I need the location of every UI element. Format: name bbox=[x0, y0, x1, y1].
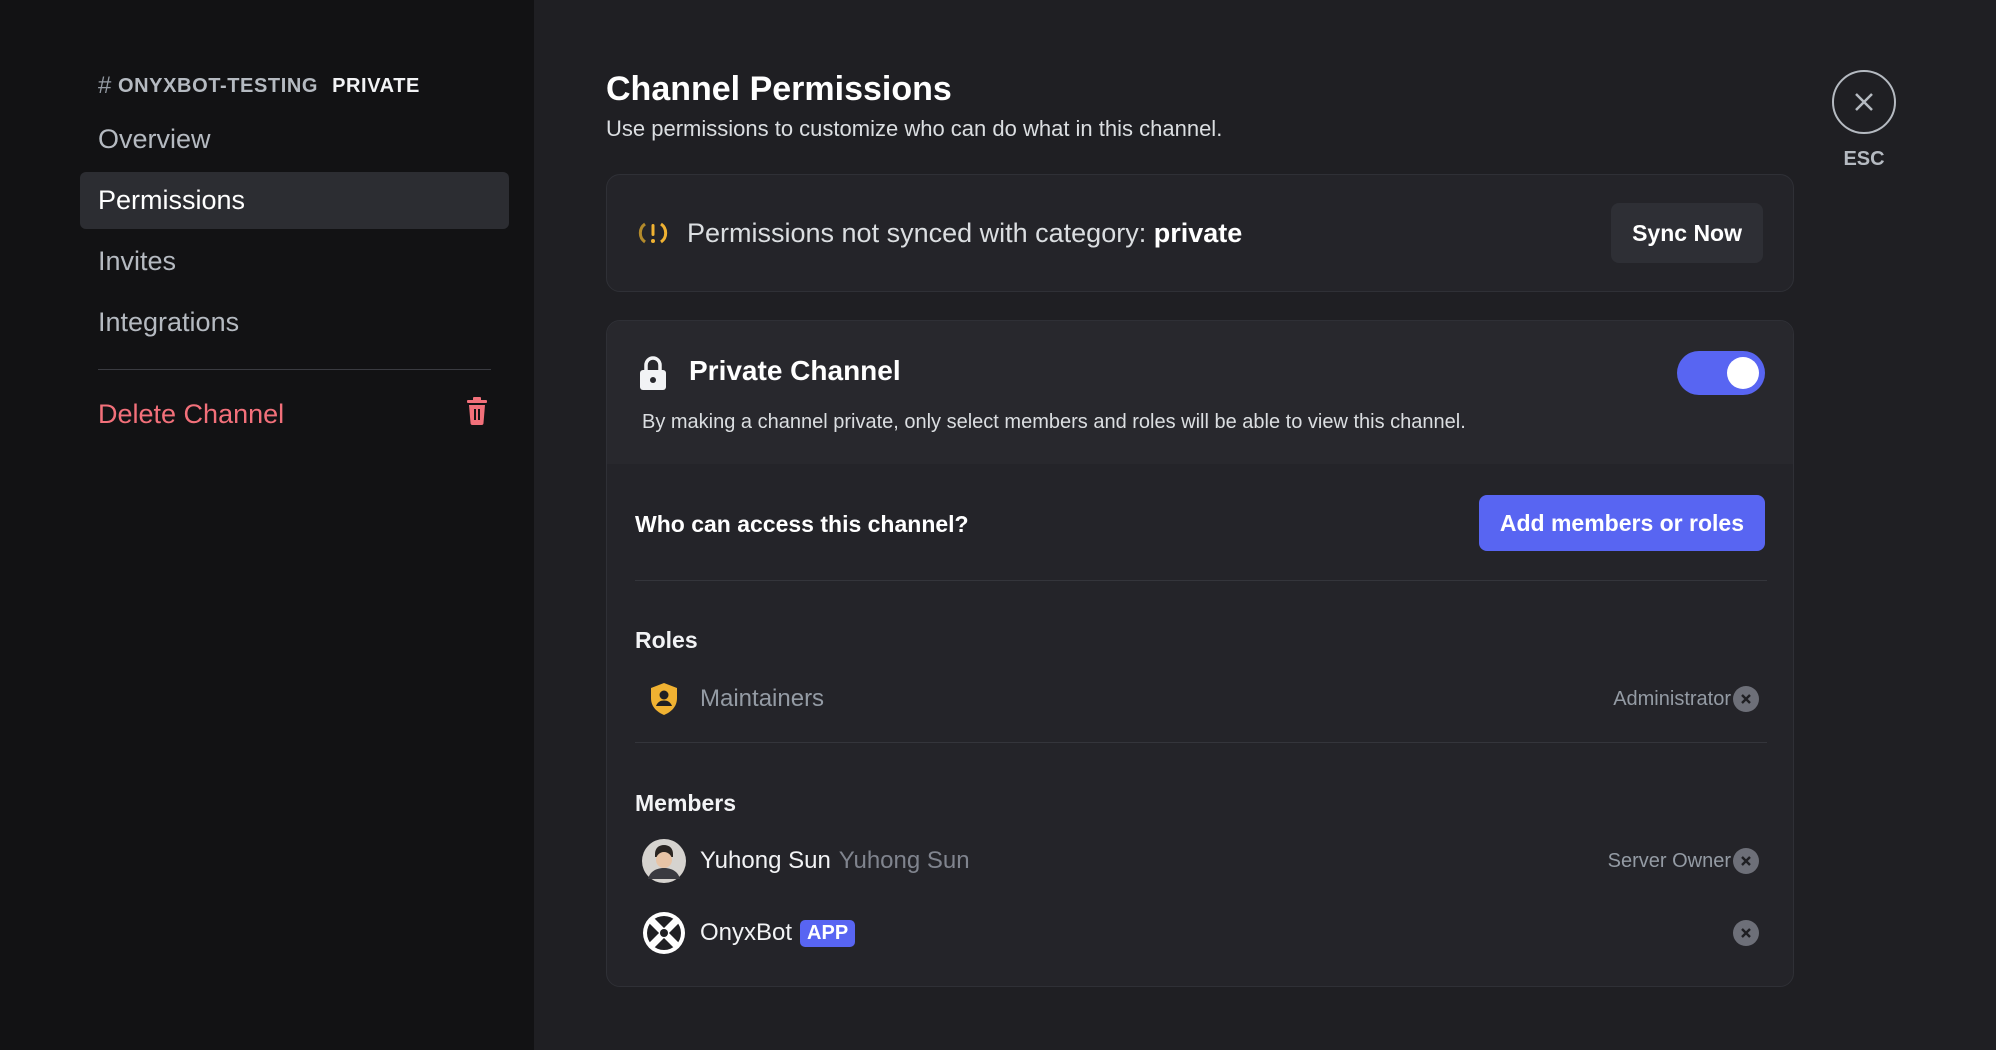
private-channel-header: Private Channel By making a channel priv… bbox=[607, 321, 1793, 464]
access-question: Who can access this channel? bbox=[635, 511, 969, 537]
delete-channel-label: Delete Channel bbox=[98, 399, 285, 429]
trash-icon bbox=[465, 397, 489, 432]
remove-role-button[interactable] bbox=[1733, 686, 1759, 712]
private-channel-card: Private Channel By making a channel priv… bbox=[606, 320, 1794, 987]
channel-name: ONYXBOT-TESTING bbox=[117, 74, 319, 97]
role-name: Maintainers bbox=[700, 685, 825, 712]
avatar bbox=[642, 839, 686, 883]
close-button[interactable] bbox=[1832, 70, 1896, 134]
roles-section-label: Roles bbox=[635, 627, 698, 653]
page-subtitle: Use permissions to customize who can do … bbox=[606, 116, 1223, 141]
app-badge: APP bbox=[800, 919, 856, 947]
delete-channel-button[interactable]: Delete Channel bbox=[80, 386, 509, 443]
remove-member-button[interactable] bbox=[1733, 848, 1759, 874]
toggle-knob bbox=[1727, 357, 1759, 389]
sync-message: Permissions not synced with category: pr… bbox=[687, 218, 1611, 249]
page-title: Channel Permissions bbox=[606, 70, 952, 108]
shield-user-icon bbox=[642, 677, 686, 721]
sync-message-text: Permissions not synced with category: bbox=[687, 217, 1147, 248]
settings-sidebar: # ONYXBOT-TESTING PRIVATE Overview Permi… bbox=[0, 0, 534, 1050]
member-row: OnyxBot APP bbox=[635, 908, 1767, 958]
role-permission: Administrator bbox=[1613, 686, 1767, 712]
close-icon bbox=[1741, 694, 1751, 704]
sidebar-item-invites[interactable]: Invites bbox=[80, 233, 509, 290]
sidebar-item-permissions[interactable]: Permissions bbox=[80, 172, 509, 229]
close-icon bbox=[1741, 928, 1751, 938]
member-row: Yuhong Sun Yuhong Sun Server Owner bbox=[635, 836, 1767, 886]
close-icon bbox=[1741, 856, 1751, 866]
close-icon bbox=[1855, 93, 1873, 111]
esc-label: ESC bbox=[1843, 148, 1885, 170]
member-status bbox=[1733, 920, 1767, 946]
private-channel-toggle[interactable] bbox=[1677, 351, 1765, 395]
channel-hash-icon: # bbox=[98, 72, 112, 99]
sidebar-header: # ONYXBOT-TESTING PRIVATE bbox=[98, 72, 420, 100]
private-channel-description: By making a channel private, only select… bbox=[642, 411, 1466, 433]
category-name: PRIVATE bbox=[332, 74, 420, 97]
member-username: Yuhong Sun bbox=[838, 847, 970, 874]
member-status: Server Owner bbox=[1608, 848, 1767, 874]
divider bbox=[635, 580, 1767, 581]
members-section-label: Members bbox=[635, 790, 736, 816]
remove-member-button[interactable] bbox=[1733, 920, 1759, 946]
role-row: Maintainers Administrator bbox=[635, 674, 1767, 724]
member-name: OnyxBot bbox=[700, 919, 793, 946]
sidebar-divider bbox=[98, 369, 491, 370]
sync-notice-card: Permissions not synced with category: pr… bbox=[606, 174, 1794, 292]
lock-icon bbox=[637, 355, 669, 391]
member-role-label: Server Owner bbox=[1607, 849, 1731, 872]
sidebar-item-integrations[interactable]: Integrations bbox=[80, 294, 509, 351]
sync-category-name: private bbox=[1153, 217, 1243, 248]
close-settings: ESC bbox=[1832, 70, 1896, 171]
private-channel-title: Private Channel bbox=[689, 355, 901, 386]
onyx-logo-icon bbox=[642, 911, 686, 955]
sync-now-button[interactable]: Sync Now bbox=[1611, 203, 1763, 263]
sync-warning-icon bbox=[637, 217, 669, 249]
sidebar-item-overview[interactable]: Overview bbox=[80, 111, 509, 168]
role-permission-label: Administrator bbox=[1613, 687, 1731, 710]
member-name: Yuhong Sun bbox=[700, 847, 831, 874]
add-members-or-roles-button[interactable]: Add members or roles bbox=[1478, 495, 1765, 551]
divider bbox=[635, 742, 1767, 743]
main-content: Channel Permissions Use permissions to c… bbox=[534, 0, 1996, 1050]
